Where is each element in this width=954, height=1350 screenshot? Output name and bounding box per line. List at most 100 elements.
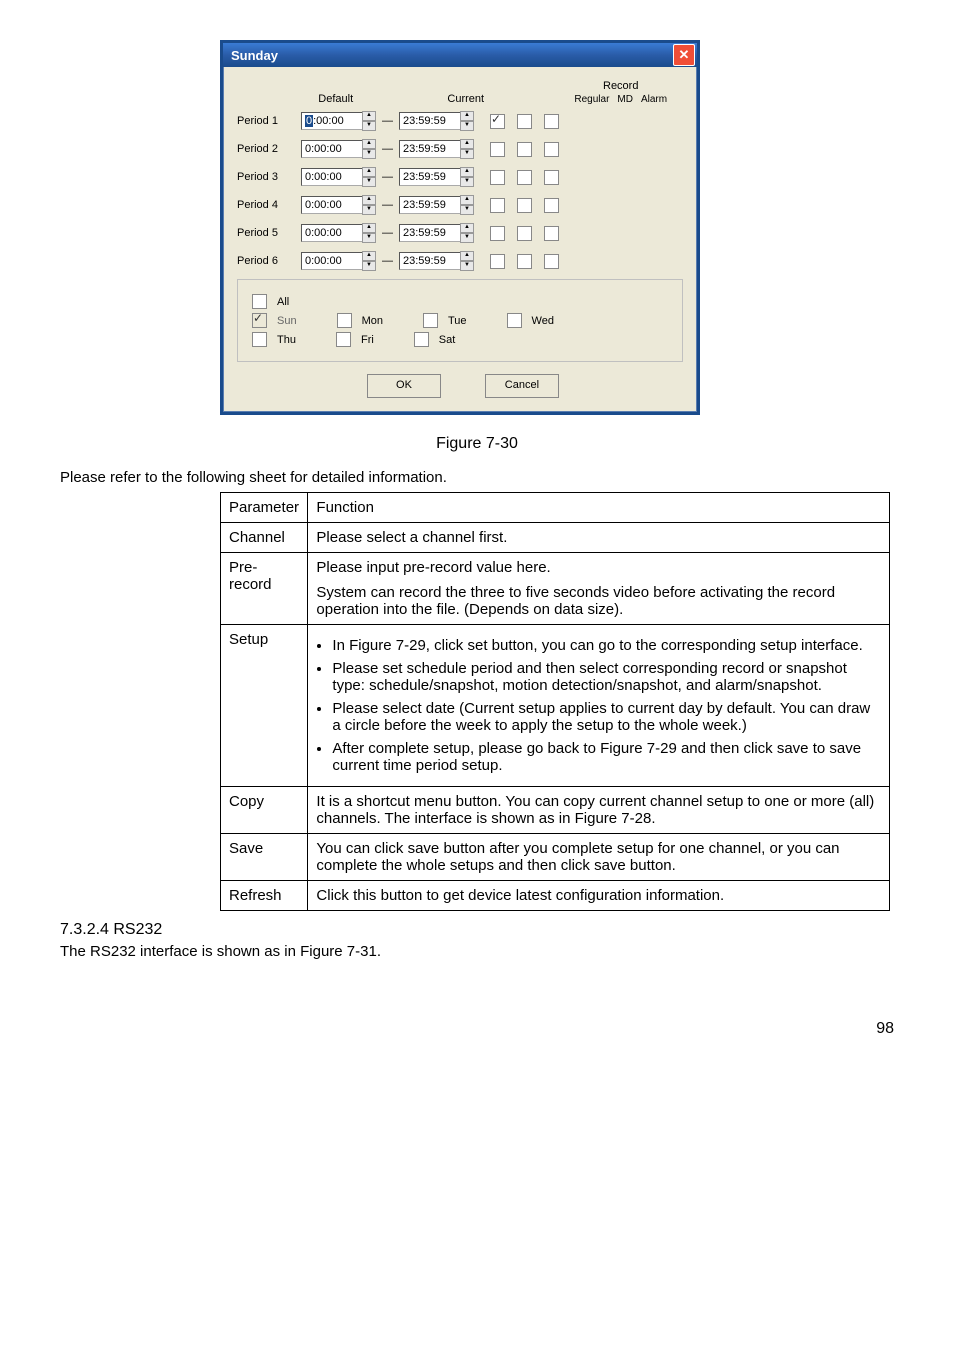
period-row: Period 40:00:00▲▼—23:59:59▲▼ xyxy=(237,195,683,215)
period-label: Period 6 xyxy=(237,255,301,267)
record-checkbox[interactable] xyxy=(544,142,559,157)
end-time[interactable]: 23:59:59 xyxy=(399,196,461,214)
list-item: Please set schedule period and then sele… xyxy=(332,660,881,694)
spinner-icon[interactable]: ▲▼ xyxy=(460,167,474,187)
label-mon: Mon xyxy=(362,315,383,327)
record-checkbox[interactable] xyxy=(490,114,505,129)
cancel-button[interactable]: Cancel xyxy=(485,374,559,398)
list-item: After complete setup, please go back to … xyxy=(332,740,881,774)
spinner-icon[interactable]: ▲▼ xyxy=(362,195,376,215)
record-checkbox[interactable] xyxy=(490,142,505,157)
checkbox-mon[interactable] xyxy=(337,313,352,328)
record-checkbox[interactable] xyxy=(517,226,532,241)
dialog-title: Sunday xyxy=(231,48,278,63)
start-time[interactable]: 0:00:00 xyxy=(301,168,363,186)
dialog-body: Default Current Record Regular MD Alarm … xyxy=(223,67,697,412)
dash: — xyxy=(382,255,393,267)
checkbox-tue[interactable] xyxy=(423,313,438,328)
record-checkbox[interactable] xyxy=(517,114,532,129)
end-time[interactable]: 23:59:59 xyxy=(399,168,461,186)
label-thu: Thu xyxy=(277,334,296,346)
spinner-icon[interactable]: ▲▼ xyxy=(460,223,474,243)
spinner-icon[interactable]: ▲▼ xyxy=(362,251,376,271)
header-default: Default xyxy=(298,93,429,105)
table-header-func: Function xyxy=(308,493,890,523)
figure-caption: Figure 7-30 xyxy=(60,435,894,453)
record-checkbox[interactable] xyxy=(544,114,559,129)
checkbox-wed[interactable] xyxy=(507,313,522,328)
record-checkbox[interactable] xyxy=(490,226,505,241)
label-tue: Tue xyxy=(448,315,467,327)
cell-param: Copy xyxy=(221,787,308,834)
parameter-table: Parameter Function ChannelPlease select … xyxy=(220,492,890,911)
cell-func: It is a shortcut menu button. You can co… xyxy=(308,787,890,834)
column-headers: Default Current Record Regular MD Alarm xyxy=(237,77,683,105)
spinner-icon[interactable]: ▲▼ xyxy=(460,111,474,131)
period-row: Period 30:00:00▲▼—23:59:59▲▼ xyxy=(237,167,683,187)
spinner-icon[interactable]: ▲▼ xyxy=(362,139,376,159)
cell-func: Click this button to get device latest c… xyxy=(308,881,890,911)
start-time[interactable]: 0:00:00 xyxy=(301,224,363,242)
dialog-container: Sunday ✕ Default Current Record Regular … xyxy=(220,40,700,415)
end-time[interactable]: 23:59:59 xyxy=(399,112,461,130)
spinner-icon[interactable]: ▲▼ xyxy=(460,139,474,159)
checkbox-all[interactable] xyxy=(252,294,267,309)
period-label: Period 3 xyxy=(237,171,301,183)
spinner-icon[interactable]: ▲▼ xyxy=(362,167,376,187)
ok-button[interactable]: OK xyxy=(367,374,441,398)
page-number: 98 xyxy=(60,1020,894,1038)
close-icon[interactable]: ✕ xyxy=(673,44,695,66)
start-time[interactable]: 0:00:00 xyxy=(301,196,363,214)
period-label: Period 4 xyxy=(237,199,301,211)
end-time[interactable]: 23:59:59 xyxy=(399,140,461,158)
cell-func: In Figure 7-29, click set button, you ca… xyxy=(308,625,890,787)
spinner-icon[interactable]: ▲▼ xyxy=(362,223,376,243)
period-row: Period 50:00:00▲▼—23:59:59▲▼ xyxy=(237,223,683,243)
header-regular: Regular xyxy=(574,94,609,105)
label-wed: Wed xyxy=(532,315,554,327)
record-checkbox[interactable] xyxy=(544,198,559,213)
spinner-icon[interactable]: ▲▼ xyxy=(362,111,376,131)
checkbox-sat[interactable] xyxy=(414,332,429,347)
record-checkbox[interactable] xyxy=(490,170,505,185)
header-record: Record xyxy=(603,80,638,92)
start-time[interactable]: 0:00:00 xyxy=(301,140,363,158)
cell-param: Refresh xyxy=(221,881,308,911)
cell-param: Channel xyxy=(221,523,308,553)
record-checkbox[interactable] xyxy=(490,254,505,269)
header-md: MD xyxy=(617,94,633,105)
end-time[interactable]: 23:59:59 xyxy=(399,224,461,242)
section-body: The RS232 interface is shown as in Figur… xyxy=(60,943,894,960)
header-current: Current xyxy=(429,93,558,105)
table-row: RefreshClick this button to get device l… xyxy=(221,881,890,911)
start-time[interactable]: 0:00:00 xyxy=(301,112,363,130)
record-checkbox[interactable] xyxy=(517,254,532,269)
start-time[interactable]: 0:00:00 xyxy=(301,252,363,270)
period-label: Period 5 xyxy=(237,227,301,239)
label-sun: Sun xyxy=(277,315,297,327)
cell-param: Pre-record xyxy=(221,553,308,625)
dash: — xyxy=(382,143,393,155)
period-label: Period 2 xyxy=(237,143,301,155)
dash: — xyxy=(382,199,393,211)
spinner-icon[interactable]: ▲▼ xyxy=(460,195,474,215)
table-row: SaveYou can click save button after you … xyxy=(221,834,890,881)
cell-func: Please input pre-record value here.Syste… xyxy=(308,553,890,625)
section-heading: 7.3.2.4 RS232 xyxy=(60,921,894,939)
cell-func: You can click save button after you comp… xyxy=(308,834,890,881)
record-checkbox[interactable] xyxy=(544,226,559,241)
record-checkbox[interactable] xyxy=(544,170,559,185)
spinner-icon[interactable]: ▲▼ xyxy=(460,251,474,271)
record-checkbox[interactable] xyxy=(517,170,532,185)
period-label: Period 1 xyxy=(237,115,301,127)
table-row: Pre-recordPlease input pre-record value … xyxy=(221,553,890,625)
record-checkbox[interactable] xyxy=(490,198,505,213)
header-alarm: Alarm xyxy=(641,94,667,105)
record-checkbox[interactable] xyxy=(544,254,559,269)
record-checkbox[interactable] xyxy=(517,142,532,157)
checkbox-fri[interactable] xyxy=(336,332,351,347)
record-checkbox[interactable] xyxy=(517,198,532,213)
end-time[interactable]: 23:59:59 xyxy=(399,252,461,270)
dash: — xyxy=(382,171,393,183)
checkbox-thu[interactable] xyxy=(252,332,267,347)
